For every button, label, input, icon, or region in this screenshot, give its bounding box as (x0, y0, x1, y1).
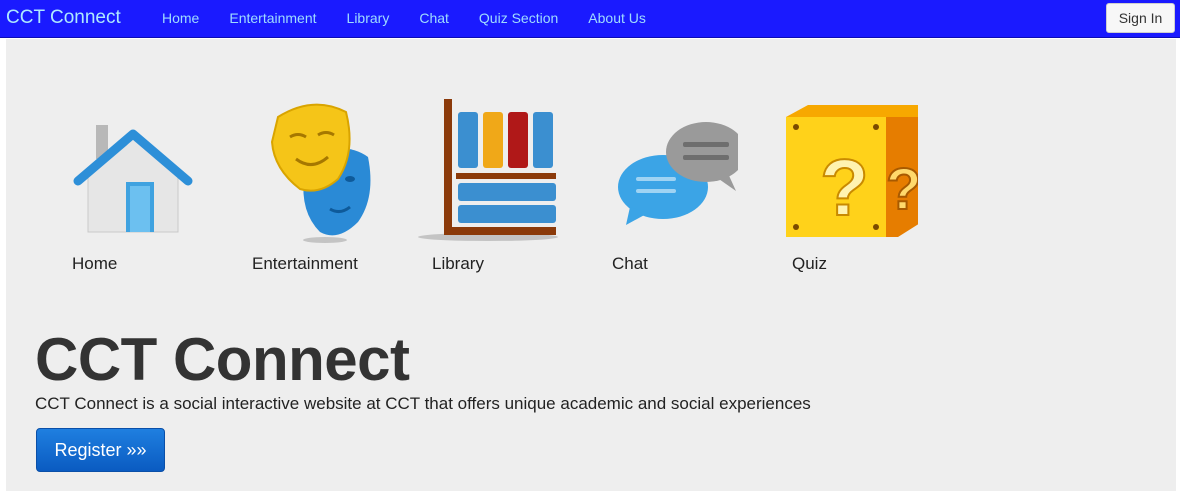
tile-label-library: Library (432, 254, 484, 273)
top-navbar: CCT Connect Home Entertainment Library C… (0, 0, 1180, 38)
jumbotron: Home Entertainment Library Chat ? ? Quiz… (6, 39, 1176, 491)
svg-text:?: ? (820, 143, 869, 232)
hero-title: CCT Connect (35, 326, 410, 393)
nav-link-quiz-section[interactable]: Quiz Section (464, 0, 573, 38)
theater-masks-icon (270, 103, 371, 243)
tile-quiz[interactable]: ? ? Quiz (768, 97, 918, 277)
tile-label-quiz: Quiz (792, 254, 827, 273)
nav-link-home[interactable]: Home (147, 0, 214, 38)
tile-label-chat: Chat (612, 254, 648, 273)
tile-home[interactable]: Home (48, 97, 198, 277)
nav-link-library[interactable]: Library (332, 0, 405, 38)
sign-in-button[interactable]: Sign In (1106, 3, 1175, 33)
chat-bubbles-icon (618, 122, 738, 225)
nav-link-about-us[interactable]: About Us (573, 0, 661, 38)
tile-chat[interactable]: Chat (588, 97, 738, 277)
house-icon (73, 125, 193, 233)
question-block-icon: ? ? (786, 105, 918, 237)
tile-entertainment[interactable]: Entertainment (228, 97, 378, 277)
nav-link-chat[interactable]: Chat (404, 0, 464, 38)
svg-text:?: ? (886, 157, 918, 222)
hero-description: CCT Connect is a social interactive webs… (35, 394, 811, 413)
bookshelf-icon (418, 99, 558, 241)
tile-label-home: Home (72, 254, 118, 273)
nav-links: Home Entertainment Library Chat Quiz Sec… (147, 0, 661, 38)
tile-library[interactable]: Library (408, 97, 558, 277)
tile-label-entertainment: Entertainment (252, 254, 358, 273)
brand-link[interactable]: CCT Connect (6, 7, 121, 29)
register-button[interactable]: Register »» (36, 428, 165, 472)
nav-link-entertainment[interactable]: Entertainment (214, 0, 331, 38)
